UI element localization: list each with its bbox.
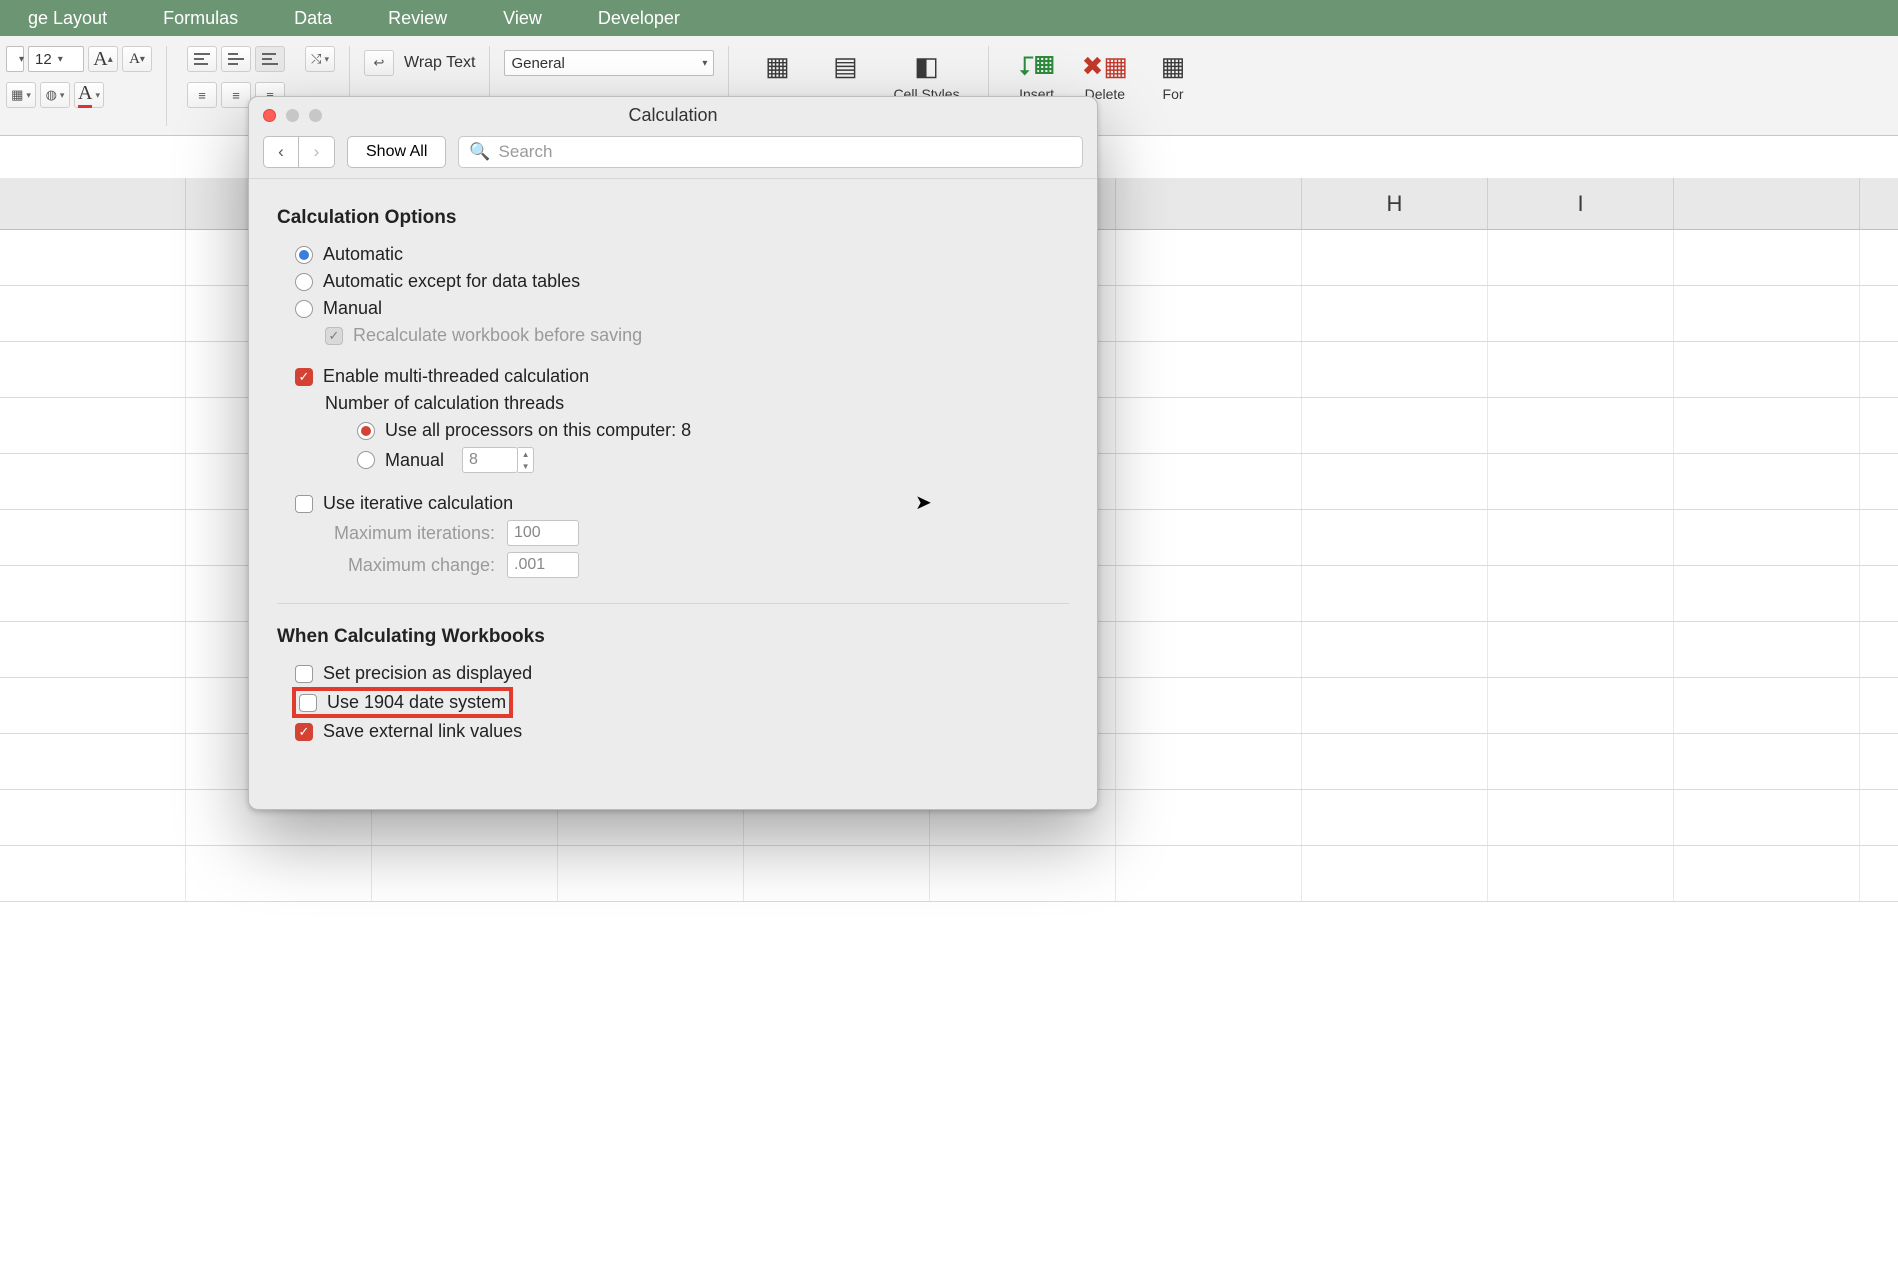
radio-use-all-processors[interactable] (357, 422, 375, 440)
tab-page-layout[interactable]: ge Layout (0, 0, 135, 36)
label-use-all-processors: Use all processors on this computer: 8 (385, 420, 691, 441)
cell-styles-icon: ◧ (907, 46, 947, 86)
tab-developer[interactable]: Developer (570, 0, 708, 36)
font-name-dropdown[interactable]: ▾ (6, 46, 24, 72)
align-middle-icon[interactable] (221, 46, 251, 72)
label-max-iterations: Maximum iterations: (325, 523, 495, 544)
radio-automatic[interactable] (295, 246, 313, 264)
zoom-icon (309, 109, 322, 122)
fill-color-icon[interactable]: ◍▾ (40, 82, 70, 108)
label-use-iterative: Use iterative calculation (323, 493, 513, 514)
radio-auto-except[interactable] (295, 273, 313, 291)
format-label: For (1163, 86, 1184, 102)
checkbox-recalc-before-save (325, 327, 343, 345)
conditional-formatting-button[interactable]: ▦ (743, 46, 811, 86)
separator (166, 46, 167, 126)
label-recalc-before-save: Recalculate workbook before saving (353, 325, 642, 346)
conditional-formatting-icon: ▦ (757, 46, 797, 86)
orientation-icon[interactable]: ⤭▾ (305, 46, 335, 72)
threads-manual-input[interactable]: 8 (462, 447, 518, 473)
dialog-toolbar: ‹ › Show All 🔍 Search (249, 133, 1097, 179)
max-iterations-input[interactable]: 100 (507, 520, 579, 546)
label-save-external-links: Save external link values (323, 721, 522, 742)
close-icon[interactable] (263, 109, 276, 122)
radio-manual[interactable] (295, 300, 313, 318)
wrap-text-label[interactable]: Wrap Text (404, 54, 475, 72)
label-max-change: Maximum change: (325, 555, 495, 576)
divider (277, 603, 1069, 604)
col-header[interactable] (0, 178, 186, 229)
col-header[interactable]: H (1302, 178, 1488, 229)
show-all-button[interactable]: Show All (347, 136, 446, 168)
label-precision-as-displayed: Set precision as displayed (323, 663, 532, 684)
checkbox-save-external-links[interactable] (295, 723, 313, 741)
calculation-preferences-dialog: Calculation ‹ › Show All 🔍 Search Calcul… (248, 96, 1098, 810)
tab-data[interactable]: Data (266, 0, 360, 36)
decrease-font-icon[interactable]: A▾ (122, 46, 152, 72)
insert-button[interactable]: ⮦▦ Insert (1003, 46, 1071, 102)
radio-threads-manual[interactable] (357, 451, 375, 469)
cursor-icon: ➤ (915, 490, 932, 515)
highlight-1904-date-system: Use 1904 date system (295, 690, 510, 715)
tab-review[interactable]: Review (360, 0, 475, 36)
delete-button[interactable]: ✖▦ Delete (1071, 46, 1139, 102)
section-calculation-options: Calculation Options (277, 207, 1069, 229)
dialog-title: Calculation (249, 105, 1097, 126)
align-bottom-icon[interactable] (255, 46, 285, 72)
threads-stepper[interactable]: ▲▼ (518, 447, 534, 473)
checkbox-enable-mt[interactable] (295, 368, 313, 386)
checkbox-1904-date-system[interactable] (299, 694, 317, 712)
font-size-dropdown[interactable]: 12▾ (28, 46, 84, 72)
section-when-calculating: When Calculating Workbooks (277, 626, 1069, 648)
cell-styles-button[interactable]: ◧ Cell Styles (879, 46, 973, 102)
format-button[interactable]: ▦ For (1139, 46, 1207, 102)
checkbox-precision-as-displayed[interactable] (295, 665, 313, 683)
align-left-icon[interactable]: ≡ (187, 82, 217, 108)
search-placeholder: Search (499, 142, 553, 162)
tab-view[interactable]: View (475, 0, 570, 36)
forward-button[interactable]: › (299, 136, 335, 168)
label-1904-date-system: Use 1904 date system (327, 692, 506, 713)
align-center-icon[interactable]: ≡ (221, 82, 251, 108)
wrap-text-icon[interactable]: ↩ (364, 50, 394, 76)
minimize-icon (286, 109, 299, 122)
search-icon: 🔍 (469, 142, 490, 162)
insert-icon: ⮦▦ (1017, 46, 1057, 86)
dialog-titlebar[interactable]: Calculation (249, 97, 1097, 133)
col-header[interactable]: I (1488, 178, 1674, 229)
tab-formulas[interactable]: Formulas (135, 0, 266, 36)
delete-icon: ✖▦ (1085, 46, 1125, 86)
label-auto-except: Automatic except for data tables (323, 271, 580, 292)
ribbon-tabs: ge Layout Formulas Data Review View Deve… (0, 0, 1898, 36)
border-icon[interactable]: ▦▾ (6, 82, 36, 108)
max-change-input[interactable]: .001 (507, 552, 579, 578)
label-manual: Manual (323, 298, 382, 319)
col-header[interactable] (1674, 178, 1860, 229)
: Number of calculation threads (325, 393, 564, 414)
checkbox-use-iterative[interactable] (295, 495, 313, 513)
search-input[interactable]: 🔍 Search (458, 136, 1083, 168)
label-enable-mt: Enable multi-threaded calculation (323, 366, 589, 387)
back-button[interactable]: ‹ (263, 136, 299, 168)
font-color-icon[interactable]: A▾ (74, 82, 104, 108)
label-automatic: Automatic (323, 244, 403, 265)
increase-font-icon[interactable]: A▴ (88, 46, 118, 72)
align-top-icon[interactable] (187, 46, 217, 72)
label-threads-manual: Manual (385, 450, 444, 471)
format-as-table-button[interactable]: ▤ (811, 46, 879, 86)
format-icon: ▦ (1153, 46, 1193, 86)
number-format-dropdown[interactable]: General▾ (504, 50, 714, 76)
format-as-table-icon: ▤ (825, 46, 865, 86)
col-header[interactable] (1116, 178, 1302, 229)
